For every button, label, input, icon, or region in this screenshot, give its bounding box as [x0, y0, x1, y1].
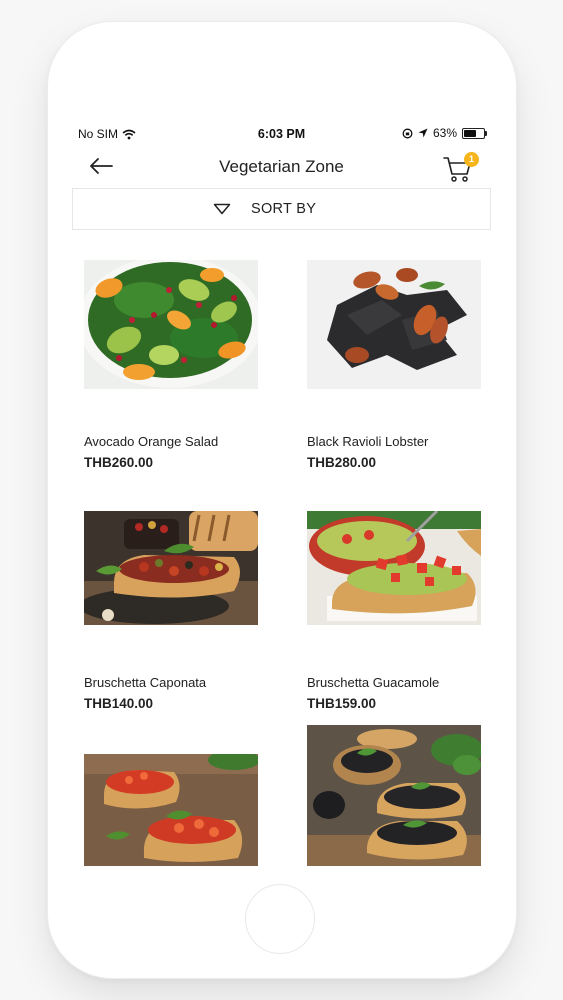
ravioli-photo	[307, 260, 481, 389]
product-price: THB260.00	[84, 455, 154, 470]
location-icon	[418, 128, 428, 138]
product-name: Avocado Orange Salad	[84, 434, 219, 449]
product-price: THB140.00	[84, 696, 154, 711]
status-right-group: 63%	[402, 126, 487, 140]
status-bar: No SIM 6:03 PM 63%	[72, 122, 491, 144]
sort-by-label: SORT BY	[251, 201, 317, 217]
home-button[interactable]	[245, 884, 315, 954]
salad-photo	[84, 260, 258, 389]
triangle-down-icon	[213, 203, 231, 215]
app-screen: No SIM 6:03 PM 63% Vegetarian Zone 1 SOR…	[72, 122, 491, 866]
tomato-bruschetta-photo	[84, 754, 258, 866]
rotation-lock-icon	[402, 128, 413, 138]
sort-by-button[interactable]: SORT BY	[72, 188, 491, 230]
tapenade-bruschetta-photo	[307, 725, 481, 866]
product-price: THB159.00	[307, 696, 377, 711]
bruschetta-photo	[84, 511, 258, 640]
cart-button[interactable]: 1	[443, 150, 479, 184]
product-name: Bruschetta Guacamole	[307, 675, 440, 690]
product-name: Bruschetta Caponata	[84, 675, 207, 690]
guacamole-bruschetta-photo	[307, 511, 481, 640]
battery-percent: 63%	[432, 126, 457, 140]
product-price: THB280.00	[307, 455, 377, 470]
product-name: Black Ravioli Lobster	[307, 434, 429, 449]
battery-icon	[462, 127, 487, 139]
battery-fill	[464, 129, 476, 137]
nav-bar: Vegetarian Zone 1	[72, 144, 491, 188]
cart-count-badge: 1	[464, 152, 479, 167]
page-title: Vegetarian Zone	[219, 157, 344, 176]
